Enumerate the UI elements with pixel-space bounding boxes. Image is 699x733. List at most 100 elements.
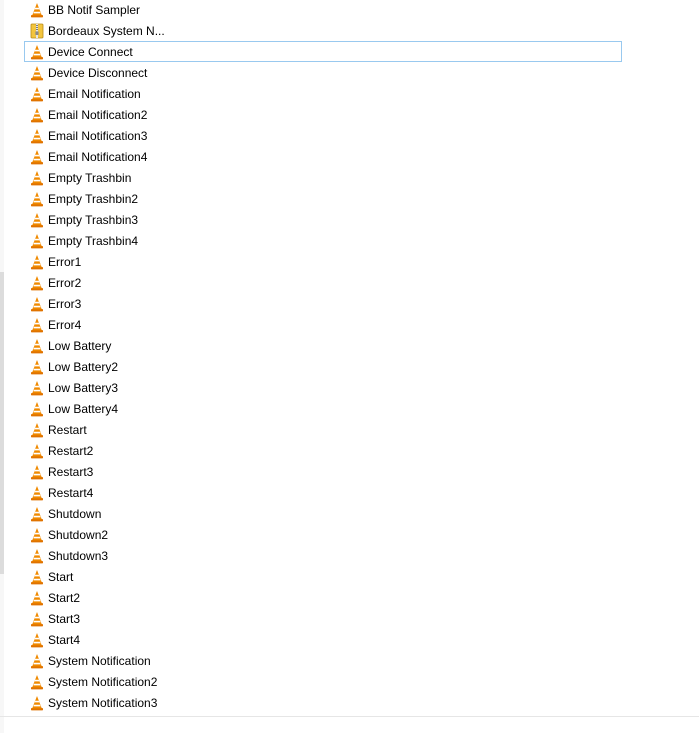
status-bar-divider <box>0 716 699 717</box>
vlc-cone-icon <box>29 380 45 396</box>
file-name: System Notification <box>48 653 151 668</box>
file-name: Low Battery3 <box>48 380 119 395</box>
file-name: System Notification3 <box>48 695 158 710</box>
file-name: Low Battery <box>48 338 112 353</box>
vlc-cone-icon <box>29 590 45 606</box>
vlc-cone-icon <box>29 2 45 18</box>
vlc-cone-icon <box>29 170 45 186</box>
vlc-cone-icon <box>29 506 45 522</box>
file-name: Empty Trashbin4 <box>48 233 139 248</box>
file-name: Email Notification <box>48 86 141 101</box>
vlc-cone-icon <box>29 254 45 270</box>
file-item[interactable]: Restart <box>24 419 622 440</box>
file-list: BB Notif Sampler Bordeaux System N... Devi… <box>24 0 622 716</box>
file-name: Shutdown <box>48 506 102 521</box>
file-name: Error4 <box>48 317 82 332</box>
file-item[interactable]: Shutdown2 <box>24 524 622 545</box>
file-name: BB Notif Sampler <box>48 2 141 17</box>
file-name: Restart2 <box>48 443 94 458</box>
file-name: Shutdown2 <box>48 527 109 542</box>
file-item[interactable]: System Notification2 <box>24 671 622 692</box>
vlc-cone-icon <box>29 695 45 711</box>
file-item[interactable]: System Notification <box>24 650 622 671</box>
file-item[interactable]: Shutdown3 <box>24 545 622 566</box>
vlc-cone-icon <box>29 569 45 585</box>
vlc-cone-icon <box>29 674 45 690</box>
file-name: Email Notification3 <box>48 128 148 143</box>
file-item[interactable]: Start <box>24 566 622 587</box>
file-name: Low Battery2 <box>48 359 119 374</box>
file-name: System Notification2 <box>48 674 158 689</box>
file-item[interactable]: Empty Trashbin3 <box>24 209 622 230</box>
vlc-cone-icon <box>29 527 45 543</box>
vlc-cone-icon <box>29 611 45 627</box>
file-name: Device Disconnect <box>48 65 148 80</box>
vlc-cone-icon <box>29 149 45 165</box>
file-item[interactable]: Start2 <box>24 587 622 608</box>
file-name: Low Battery4 <box>48 401 119 416</box>
vlc-cone-icon <box>29 86 45 102</box>
file-name: Empty Trashbin <box>48 170 132 185</box>
vlc-cone-icon <box>29 485 45 501</box>
file-item[interactable]: Empty Trashbin <box>24 167 622 188</box>
file-item[interactable]: Error3 <box>24 293 622 314</box>
file-name: Restart4 <box>48 485 94 500</box>
file-item[interactable]: Low Battery3 <box>24 377 622 398</box>
file-item[interactable]: Low Battery2 <box>24 356 622 377</box>
file-name: Error2 <box>48 275 82 290</box>
file-name: Restart3 <box>48 464 94 479</box>
vlc-cone-icon <box>29 317 45 333</box>
vlc-cone-icon <box>29 464 45 480</box>
vlc-cone-icon <box>29 653 45 669</box>
file-item[interactable]: Low Battery4 <box>24 398 622 419</box>
file-item[interactable]: Start4 <box>24 629 622 650</box>
vlc-cone-icon <box>29 44 45 60</box>
file-name: Start4 <box>48 632 81 647</box>
vlc-cone-icon <box>29 275 45 291</box>
vlc-cone-icon <box>29 443 45 459</box>
file-item[interactable]: Restart4 <box>24 482 622 503</box>
vlc-cone-icon <box>29 338 45 354</box>
file-item[interactable]: Start3 <box>24 608 622 629</box>
file-item[interactable]: Empty Trashbin2 <box>24 188 622 209</box>
file-name: Start2 <box>48 590 81 605</box>
file-item[interactable]: Error4 <box>24 314 622 335</box>
file-item[interactable]: Email Notification3 <box>24 125 622 146</box>
file-item[interactable]: Empty Trashbin4 <box>24 230 622 251</box>
vlc-cone-icon <box>29 632 45 648</box>
file-name: Empty Trashbin3 <box>48 212 139 227</box>
file-item[interactable]: Error1 <box>24 251 622 272</box>
file-item[interactable]: Email Notification <box>24 83 622 104</box>
file-item[interactable]: Email Notification4 <box>24 146 622 167</box>
navigation-pane-scrollbar[interactable] <box>0 272 4 574</box>
file-name: Start <box>48 569 74 584</box>
file-name: Restart <box>48 422 87 437</box>
vlc-cone-icon <box>29 233 45 249</box>
vlc-cone-icon <box>29 548 45 564</box>
file-name: Error3 <box>48 296 82 311</box>
file-item[interactable]: Restart2 <box>24 440 622 461</box>
file-name: Shutdown3 <box>48 548 109 563</box>
file-name: Email Notification4 <box>48 149 148 164</box>
file-name: Error1 <box>48 254 82 269</box>
file-item[interactable]: System Notification3 <box>24 692 622 713</box>
file-item[interactable]: Device Disconnect <box>24 62 622 83</box>
file-item[interactable]: Email Notification2 <box>24 104 622 125</box>
vlc-cone-icon <box>29 401 45 417</box>
file-item[interactable]: Low Battery <box>24 335 622 356</box>
vlc-cone-icon <box>29 128 45 144</box>
vlc-cone-icon <box>29 212 45 228</box>
vlc-cone-icon <box>29 107 45 123</box>
zip-archive-icon <box>29 23 45 39</box>
file-item[interactable]: Bordeaux System N... <box>24 20 622 41</box>
file-item[interactable]: BB Notif Sampler <box>24 0 622 20</box>
file-name: Empty Trashbin2 <box>48 191 139 206</box>
file-item[interactable]: Error2 <box>24 272 622 293</box>
file-name: Bordeaux System N... <box>48 23 165 38</box>
file-name: Email Notification2 <box>48 107 148 122</box>
vlc-cone-icon <box>29 65 45 81</box>
file-item[interactable]: Restart3 <box>24 461 622 482</box>
file-item[interactable]: Shutdown <box>24 503 622 524</box>
vlc-cone-icon <box>29 296 45 312</box>
file-item[interactable]: Device Connect <box>24 41 622 62</box>
